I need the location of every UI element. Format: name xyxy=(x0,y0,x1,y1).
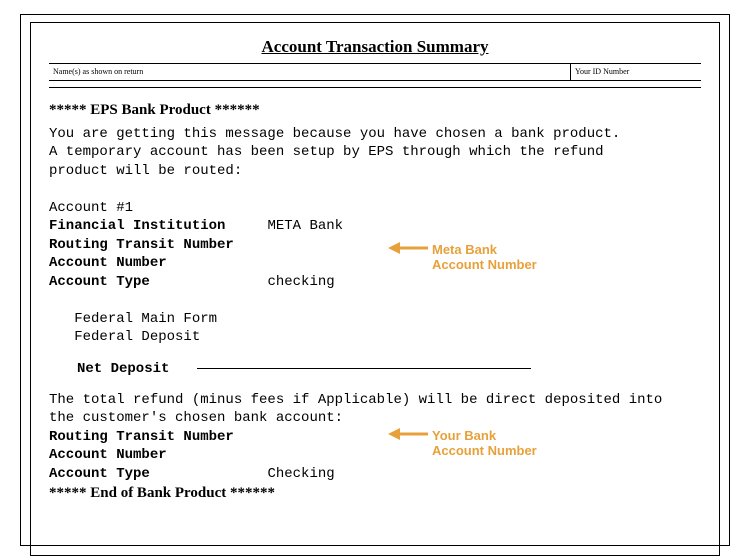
intro-line-1: You are getting this message because you… xyxy=(49,125,701,143)
account-type-row-1: Account Type checking xyxy=(49,273,701,291)
document-body: Account Transaction Summary Name(s) as s… xyxy=(30,22,720,556)
financial-institution-row: Financial Institution META Bank xyxy=(49,217,701,235)
annotation-text-meta: Meta Bank Account Number xyxy=(432,243,537,273)
fi-label: Financial Institution xyxy=(49,218,225,234)
blank-line-2 xyxy=(49,291,701,309)
section-open-marker: ***** EPS Bank Product ****** xyxy=(49,102,701,119)
intro-line-3: product will be routed: xyxy=(49,162,701,180)
arrow-left-icon xyxy=(388,241,428,255)
annotation-text-your: Your Bank Account Number xyxy=(432,429,537,459)
header-row: Name(s) as shown on return Your ID Numbe… xyxy=(49,63,701,81)
account-type-row-2: Account Type Checking xyxy=(49,465,701,483)
arrow-left-icon xyxy=(388,427,428,441)
account-type-value-2: Checking xyxy=(267,466,334,482)
account-type-value-1: checking xyxy=(267,274,334,290)
net-deposit-underline xyxy=(197,368,531,369)
routing-transit-number-label-2: Routing Transit Number xyxy=(49,428,701,446)
account-type-label-2: Account Type xyxy=(49,466,150,482)
federal-deposit: Federal Deposit xyxy=(49,328,701,346)
annotation-your-bank: Your Bank Account Number xyxy=(388,426,428,441)
net-deposit-row: Net Deposit xyxy=(49,361,701,377)
net-deposit-label: Net Deposit xyxy=(49,361,197,377)
page-title: Account Transaction Summary xyxy=(49,37,701,57)
divider xyxy=(49,87,701,88)
account-number-label-2: Account Number xyxy=(49,446,701,464)
blank-line xyxy=(49,180,701,198)
intro-line-2: A temporary account has been setup by EP… xyxy=(49,143,701,161)
id-label: Your ID Number xyxy=(571,64,701,80)
refund-line-1: The total refund (minus fees if Applicab… xyxy=(49,391,701,409)
federal-main-form: Federal Main Form xyxy=(49,310,701,328)
account-heading: Account #1 xyxy=(49,199,701,217)
account-type-label-1: Account Type xyxy=(49,274,150,290)
annotation-meta-bank: Meta Bank Account Number xyxy=(388,240,428,255)
account-number-label-1: Account Number xyxy=(49,254,701,272)
fi-value: META Bank xyxy=(267,218,343,234)
refund-line-2: the customer's chosen bank account: xyxy=(49,409,701,427)
section-close-marker: ***** End of Bank Product ****** xyxy=(49,485,701,502)
routing-transit-number-label-1: Routing Transit Number xyxy=(49,236,701,254)
name-label: Name(s) as shown on return xyxy=(49,64,571,80)
